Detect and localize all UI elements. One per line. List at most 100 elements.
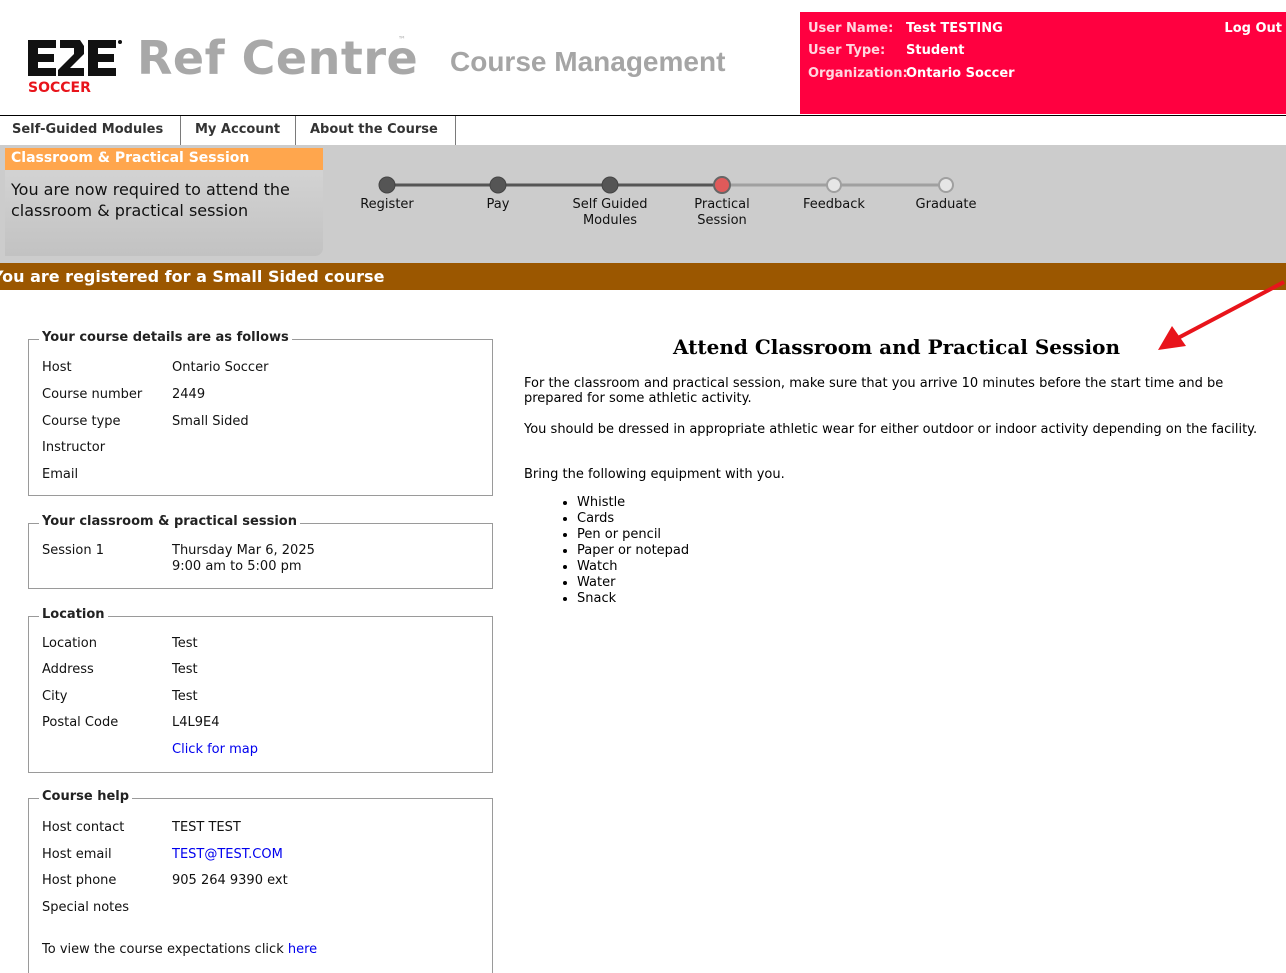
location-panel: Location Location Test Address Test City Te…: [28, 607, 493, 773]
location-key: Postal Code: [42, 715, 119, 730]
location-row-address: Address Test: [42, 662, 198, 677]
step-label-self-guided-modules: Self Guided Modules: [572, 197, 648, 228]
detail-key: Instructor: [42, 440, 106, 455]
course-details-legend: Your course details are as follows: [39, 330, 292, 345]
detail-row-course-number: Course number 2449: [42, 387, 205, 402]
course-help-panel: Course help Host contact TEST TEST Host e…: [28, 789, 493, 973]
list-item: Pen or pencil: [577, 527, 689, 543]
brand-title: Ref Centre: [137, 31, 419, 85]
location-value: Test: [172, 636, 198, 651]
help-row-notes: Special notes: [42, 900, 172, 915]
step-label-graduate: Graduate: [915, 197, 977, 212]
step-dot-self-guided-modules: [601, 176, 619, 194]
logout-link[interactable]: Log Out: [1224, 21, 1282, 36]
detail-value: Ontario Soccer: [172, 360, 269, 375]
session-time: 9:00 am to 5:00 pm: [172, 559, 302, 574]
organization-label: Organization:: [808, 66, 908, 81]
nav-tab-about-the-course[interactable]: About the Course: [296, 116, 456, 145]
progress-banner: Classroom & Practical Session You are no…: [0, 145, 1286, 263]
detail-key: Course type: [42, 414, 121, 429]
user-name-row: User Name: Test TESTING: [808, 21, 1003, 36]
detail-row-host: Host Ontario Soccer: [42, 360, 268, 375]
expectations-link[interactable]: here: [288, 942, 317, 957]
location-key: City: [42, 689, 68, 704]
session-date: Thursday Mar 6, 2025: [172, 543, 315, 558]
list-item: Watch: [577, 559, 689, 575]
annotation-arrow-icon: [1158, 280, 1285, 350]
list-item: Water: [577, 575, 689, 591]
step-label-register: Register: [360, 197, 414, 212]
step-dot-feedback: [826, 177, 842, 193]
help-row-email: Host email TEST@TEST.COM: [42, 847, 283, 862]
user-type-row: User Type: Student: [808, 43, 964, 58]
help-value: TEST TEST: [172, 820, 241, 835]
expectations-row: To view the course expectations click he…: [42, 942, 317, 957]
help-key: Special notes: [42, 900, 130, 915]
location-legend: Location: [39, 607, 108, 622]
detail-value: 2449: [172, 387, 206, 402]
product-title: Course Management: [450, 46, 726, 77]
detail-value: Small Sided: [172, 414, 249, 429]
user-type-value: Student: [906, 43, 965, 58]
expectations-text: To view the course expectations click: [42, 942, 284, 957]
help-key: Host phone: [42, 873, 117, 888]
course-help-legend: Course help: [39, 789, 133, 804]
detail-row-course-type: Course type Small Sided: [42, 414, 249, 429]
instruction-equipment: Bring the following equipment with you.: [524, 467, 785, 482]
list-item: Cards: [577, 511, 689, 527]
list-item: Snack: [577, 591, 689, 607]
location-value: Test: [172, 662, 198, 677]
step-label-pay: Pay: [486, 197, 510, 212]
list-item: Paper or notepad: [577, 543, 689, 559]
organization-row: Organization:Ontario Soccer: [808, 66, 1015, 81]
help-key: Host contact: [42, 820, 125, 835]
header: SOCCER Ref Centre ™ Course Management Us…: [0, 0, 1286, 116]
detail-row-email: Email: [42, 467, 172, 482]
organization-value: Ontario Soccer: [906, 66, 1015, 81]
progress-steps: [378, 176, 954, 194]
help-row-phone: Host phone 905 264 9390 ext: [42, 873, 288, 888]
location-value: Test: [172, 689, 198, 704]
detail-key: Course number: [42, 387, 143, 402]
location-key: Location: [42, 636, 97, 651]
detail-key: Email: [42, 467, 79, 482]
location-row-postal-code: Postal Code L4L9E4: [42, 715, 220, 730]
trademark-mark: ™: [398, 35, 406, 44]
instruction-arrival: For the classroom and practical session,…: [524, 376, 1224, 406]
user-name-label: User Name:: [808, 21, 894, 36]
host-email-link[interactable]: TEST@TEST.COM: [172, 847, 283, 862]
help-key: Host email: [42, 847, 112, 862]
nav-tab-self-guided-modules[interactable]: Self-Guided Modules: [0, 116, 181, 145]
session-legend: Your classroom & practical session: [39, 514, 300, 529]
step-dot-register: [378, 176, 396, 194]
step-label-practical-session: Practical Session: [694, 197, 750, 228]
location-row-city: City Test: [42, 689, 198, 704]
map-link[interactable]: Click for map: [172, 742, 258, 757]
detail-key: Host: [42, 360, 72, 375]
svg-text:SOCCER: SOCCER: [28, 80, 91, 94]
user-info-panel: User Name: Test TESTING User Type: Student…: [800, 12, 1286, 114]
nav-tab-my-account[interactable]: My Account: [181, 116, 296, 145]
course-details-panel: Your course details are as follows Host O…: [28, 330, 493, 496]
list-item: Whistle: [577, 495, 689, 511]
current-stage-description: You are now required to attend the class…: [11, 180, 290, 220]
location-key: Address: [42, 662, 94, 677]
detail-row-instructor: Instructor: [42, 440, 172, 455]
session-panel: Your classroom & practical session Sessi…: [28, 514, 493, 589]
step-dot-practical-session: [713, 176, 731, 194]
help-value: 905 264 9390 ext: [172, 873, 288, 888]
session-label: Session 1: [42, 543, 105, 558]
current-stage-box: Classroom & Practical Session You are no…: [5, 148, 323, 256]
step-label-feedback: Feedback: [803, 197, 865, 212]
step-dot-pay: [489, 176, 507, 194]
location-value: L4L9E4: [172, 715, 220, 730]
registration-message: You are registered for a Small Sided cou…: [0, 267, 385, 286]
location-row-location: Location Test: [42, 636, 198, 651]
user-name-value: Test TESTING: [906, 21, 1003, 36]
equipment-list: Whistle Cards Pen or pencil Paper or not…: [555, 495, 689, 607]
e2e-soccer-logo: SOCCER: [28, 40, 122, 94]
step-dot-graduate: [938, 177, 954, 193]
user-type-label: User Type:: [808, 43, 886, 58]
main-nav: Self-Guided Modules My Account About the…: [0, 116, 1286, 145]
help-row-contact: Host contact TEST TEST: [42, 820, 241, 835]
